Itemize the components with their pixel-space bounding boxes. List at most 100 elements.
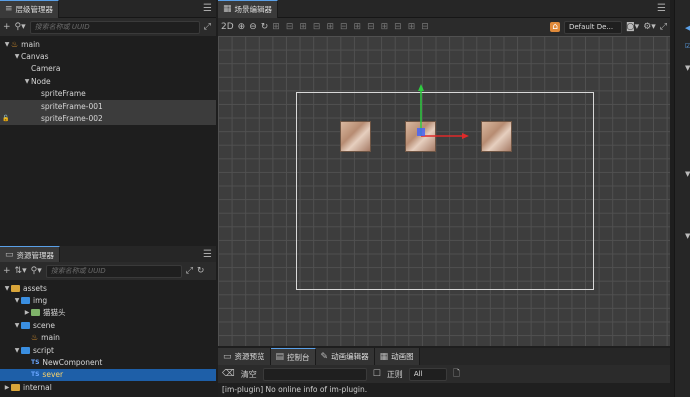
- mode-2d-button[interactable]: 2D: [221, 22, 234, 32]
- asset-tree-row[interactable]: ▼ scene: [0, 319, 216, 331]
- snap-icon[interactable]: ⌂: [550, 22, 560, 32]
- asset-tree-row[interactable]: ▶ internal: [0, 381, 216, 393]
- ruler-vertical: [218, 36, 234, 346]
- asset-tree-row[interactable]: TS NewComponent: [0, 356, 216, 368]
- scene-viewport[interactable]: [218, 36, 670, 346]
- tab-assets[interactable]: ▭ 资源管理器: [0, 245, 61, 264]
- hier-tree-row[interactable]: ▼ ♨ main: [0, 38, 216, 50]
- scene-icon: ▦: [223, 4, 232, 14]
- console-toolbar: ⌫ 清空 ☐ 正则 All 🗋: [218, 365, 670, 383]
- asset-node-label: img: [33, 296, 48, 306]
- asset-node-label: NewComponent: [42, 358, 103, 368]
- hier-node-label: Camera: [31, 64, 61, 74]
- hier-tree-row[interactable]: 🔓 spriteFrame-002: [0, 112, 216, 125]
- hier-node-label: spriteFrame: [41, 89, 86, 99]
- search-type-icon[interactable]: ⚲▾: [31, 266, 42, 276]
- arrow-icon[interactable]: ◀: [685, 24, 690, 32]
- assets-search-input[interactable]: 搜索名称或 UUID: [45, 264, 182, 278]
- lock-icon[interactable]: 🔓: [2, 115, 9, 122]
- scene-toolbar: 2D ⊕ ⊖ ↻ ⊞⊟⊞⊟⊞⊟⊞⊟⊞⊟⊞⊟ ⌂ Default De... ◙▾…: [218, 18, 670, 36]
- hier-tree-row[interactable]: spriteFrame: [0, 88, 216, 100]
- tab-label: 动画图: [391, 352, 414, 361]
- sprite-frame-image[interactable]: [340, 121, 371, 152]
- clear-label[interactable]: 清空: [241, 369, 257, 380]
- tab-label: 资源预览: [234, 352, 265, 361]
- expand-arrow-icon[interactable]: ▼: [13, 53, 21, 60]
- asset-tree-row[interactable]: ▼ img: [0, 294, 216, 306]
- tab-icon: ▤: [275, 352, 285, 362]
- hier-node-label: Canvas: [21, 52, 49, 62]
- tab-bottom[interactable]: ✎ 动画编辑器: [315, 348, 375, 365]
- expand-arrow-icon[interactable]: ▼: [13, 322, 21, 329]
- search-type-icon[interactable]: ⚲▾: [15, 22, 26, 32]
- tab-bottom[interactable]: ▦ 动画图: [374, 348, 420, 365]
- add-asset-icon[interactable]: +: [3, 266, 11, 276]
- camera-icon[interactable]: ◙▾: [626, 22, 639, 32]
- tab-bottom[interactable]: ▭ 资源预览: [218, 348, 271, 365]
- asset-tree-row[interactable]: ▶ 猫猫头: [0, 307, 216, 319]
- transform-gizmo[interactable]: [413, 84, 473, 140]
- zoom-out-icon[interactable]: ⊖: [249, 22, 257, 32]
- inspector-strip: ◀ ☑ ▼ ▼ ▼: [674, 0, 690, 397]
- folder-icon: [21, 297, 30, 305]
- typescript-icon: TS: [31, 359, 40, 367]
- image-icon: [31, 309, 40, 317]
- hier-tree-row[interactable]: Camera: [0, 63, 216, 75]
- asset-tree-row[interactable]: ♨ main: [0, 332, 216, 344]
- collapse-icon[interactable]: ▼: [685, 232, 690, 240]
- hierarchy-menu-icon[interactable]: ☰: [203, 3, 212, 14]
- tab-scene[interactable]: ▦ 场景编辑器: [218, 0, 279, 18]
- hier-tree-row[interactable]: ▼ Canvas: [0, 50, 216, 62]
- asset-node-label: internal: [23, 382, 52, 392]
- clear-icon[interactable]: ⌫: [222, 369, 235, 379]
- reset-view-icon[interactable]: ↻: [261, 22, 269, 32]
- collapse-icon[interactable]: ▼: [685, 170, 690, 178]
- asset-node-label: main: [41, 333, 60, 343]
- expand-arrow-icon[interactable]: ▼: [3, 285, 11, 292]
- hier-tree-row[interactable]: ▼ Node: [0, 75, 216, 87]
- hier-node-label: spriteFrame-001: [41, 101, 103, 111]
- tab-icon: ✎: [320, 351, 329, 362]
- zoom-in-icon[interactable]: ⊕: [238, 22, 246, 32]
- maximize-icon[interactable]: ⤢: [660, 22, 667, 32]
- folder-icon: [21, 321, 30, 329]
- hier-node-label: main: [21, 39, 40, 49]
- hierarchy-icon: ≡: [5, 4, 13, 14]
- tab-bottom[interactable]: ▤ 控制台: [270, 348, 316, 365]
- device-select[interactable]: Default De...: [563, 20, 622, 34]
- expand-arrow-icon[interactable]: ▼: [13, 347, 21, 354]
- expand-arrow-icon[interactable]: ▼: [3, 41, 11, 48]
- assets-tree: ▼ assets ▼ img ▶ 猫猫头 ▼ scene ♨ main ▼ script TS NewCo…: [0, 282, 216, 394]
- expand-arrow-icon[interactable]: ▼: [13, 297, 21, 304]
- folder-icon: ▭: [5, 250, 14, 260]
- scene-menu-icon[interactable]: ☰: [657, 3, 666, 14]
- hierarchy-search-input[interactable]: 搜索名称或 UUID: [29, 20, 200, 34]
- asset-tree-row[interactable]: TS sever: [0, 368, 216, 382]
- assets-menu-icon[interactable]: ☰: [203, 249, 212, 260]
- ruler-horizontal: [218, 336, 670, 346]
- sprite-frame-002-image[interactable]: [481, 121, 512, 152]
- align-icons[interactable]: ⊞⊟⊞⊟⊞⊟⊞⊟⊞⊟⊞⊟: [272, 22, 435, 32]
- collapse-icon[interactable]: ▼: [685, 64, 690, 72]
- tab-hierarchy[interactable]: ≡ 层级管理器: [0, 0, 60, 18]
- log-level-select[interactable]: All: [408, 367, 447, 381]
- asset-tree-row[interactable]: ▼ script: [0, 344, 216, 356]
- collapse-all-icon[interactable]: ⤢: [204, 22, 211, 32]
- hier-tree-row[interactable]: spriteFrame-001: [0, 99, 216, 113]
- sort-icon[interactable]: ⇅▾: [15, 266, 27, 276]
- collapse-all-icon[interactable]: ⤢: [186, 266, 193, 276]
- console-output: [im-plugin] No online info of im-plugin.: [218, 383, 670, 397]
- expand-arrow-icon[interactable]: ▶: [3, 384, 11, 391]
- console-filter-input[interactable]: [262, 367, 367, 381]
- refresh-icon[interactable]: ↻: [197, 266, 205, 276]
- tab-icon: ▭: [223, 351, 232, 362]
- settings-gear-icon[interactable]: ⚙▾: [643, 22, 656, 32]
- expand-arrow-icon[interactable]: ▶: [23, 309, 31, 316]
- asset-node-label: script: [33, 345, 54, 355]
- regex-checkbox[interactable]: ☐: [373, 369, 381, 379]
- asset-tree-row[interactable]: ▼ assets: [0, 282, 216, 294]
- open-log-icon[interactable]: 🗋: [453, 366, 460, 382]
- add-node-icon[interactable]: +: [3, 22, 11, 32]
- expand-arrow-icon[interactable]: ▼: [23, 78, 31, 85]
- checkbox-icon[interactable]: ☑: [685, 42, 690, 50]
